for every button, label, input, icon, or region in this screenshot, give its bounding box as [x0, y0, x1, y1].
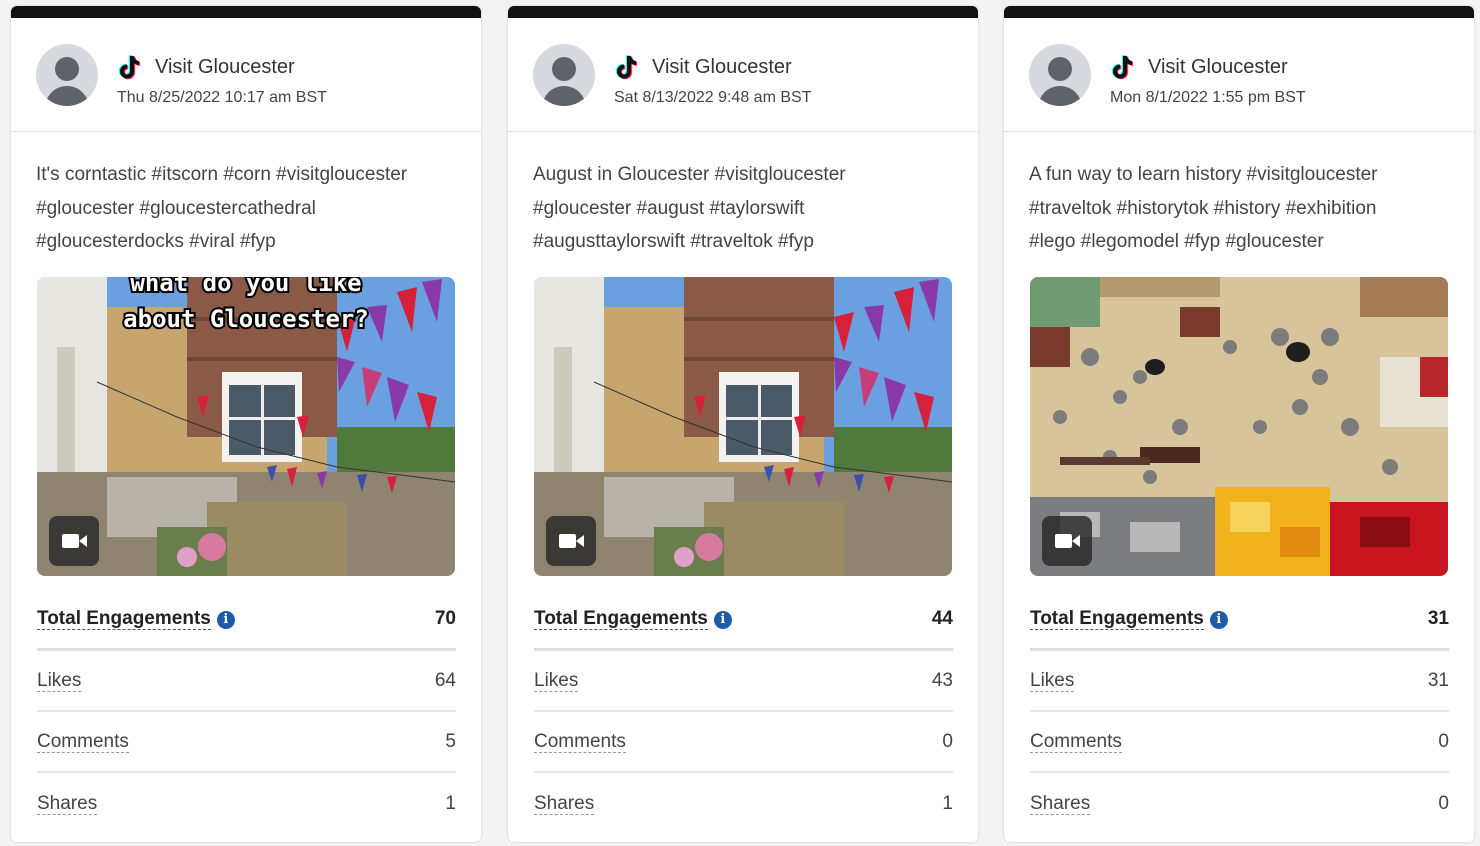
metric-likes: Likes 31 — [1030, 651, 1449, 712]
video-camera-icon — [49, 516, 99, 566]
post-media-thumbnail[interactable] — [534, 277, 952, 576]
avatar[interactable] — [36, 44, 98, 106]
metric-value: 0 — [1438, 792, 1449, 814]
caption-line: #lego #legomodel #fyp #gloucester — [1029, 231, 1324, 252]
caption-line: #traveltok #historytok #history #exhibit… — [1029, 197, 1377, 219]
metric-value: 1 — [445, 792, 456, 814]
metric-comments: Comments 0 — [1030, 712, 1449, 773]
metric-value: 31 — [1427, 669, 1449, 691]
metric-comments: Comments 5 — [37, 712, 456, 773]
post-timestamp: Thu 8/25/2022 10:17 am BST — [117, 89, 327, 106]
media-overlay-text: what do you like — [130, 277, 361, 297]
engagement-metrics: Total Engagements i 70 Likes 64 Comments … — [37, 589, 456, 834]
tiktok-icon — [1111, 55, 1134, 80]
media-overlay-text: about Gloucester? — [123, 305, 369, 333]
lego-model-image — [1030, 277, 1448, 576]
post-timestamp: Sat 8/13/2022 9:48 am BST — [614, 89, 812, 106]
metric-label[interactable]: Likes — [37, 670, 82, 692]
video-camera-icon — [546, 516, 596, 566]
account-name[interactable]: Visit Gloucester — [652, 56, 792, 79]
avatar[interactable] — [1029, 44, 1091, 106]
metric-shares: Shares 1 — [37, 773, 456, 834]
post-media-thumbnail[interactable] — [1030, 277, 1448, 576]
post-media-thumbnail[interactable]: what do you like about Gloucester? — [37, 277, 455, 576]
metric-value: 0 — [1438, 730, 1449, 752]
card-topbar — [1004, 6, 1474, 18]
metric-label[interactable]: Comments — [37, 731, 129, 753]
engagement-metrics: Total Engagements i 31 Likes 31 Comments … — [1030, 589, 1449, 834]
post-header: Visit Gloucester Sat 8/13/2022 9:48 am B… — [508, 18, 978, 132]
post-card[interactable]: Visit Gloucester Thu 8/25/2022 10:17 am … — [11, 6, 481, 842]
metric-label[interactable]: Total Engagements — [534, 607, 708, 630]
account-name[interactable]: Visit Gloucester — [1148, 56, 1288, 79]
metric-comments: Comments 0 — [534, 712, 953, 773]
card-topbar — [11, 6, 481, 18]
caption-line: #gloucester #gloucestercathedral — [36, 197, 316, 219]
caption-line: A fun way to learn history #visitglouces… — [1029, 164, 1378, 185]
post-header: Visit Gloucester Thu 8/25/2022 10:17 am … — [11, 18, 481, 132]
tiktok-icon — [615, 55, 638, 80]
avatar[interactable] — [533, 44, 595, 106]
post-caption: It's corntastic #itscorn #corn #visitglo… — [36, 158, 456, 259]
info-icon[interactable]: i — [713, 610, 732, 629]
metric-total-engagements: Total Engagements i 70 — [37, 589, 456, 651]
post-header: Visit Gloucester Mon 8/1/2022 1:55 pm BS… — [1004, 18, 1474, 132]
metric-shares: Shares 1 — [534, 773, 953, 834]
caption-line: It's corntastic #itscorn #corn #visitglo… — [36, 164, 408, 185]
post-performance-grid: Visit Gloucester Thu 8/25/2022 10:17 am … — [0, 0, 1480, 846]
metric-label[interactable]: Total Engagements — [1030, 607, 1204, 630]
street-scene-image — [534, 277, 952, 576]
metric-value: 70 — [434, 607, 456, 629]
caption-line: #augusttaylorswift #traveltok #fyp — [533, 231, 814, 252]
metric-value: 64 — [434, 669, 456, 691]
post-caption: A fun way to learn history #visitglouces… — [1029, 158, 1449, 259]
info-icon[interactable]: i — [216, 610, 235, 629]
metric-label[interactable]: Shares — [534, 793, 595, 815]
metric-label[interactable]: Comments — [1030, 731, 1122, 753]
metric-value: 44 — [931, 607, 953, 629]
card-topbar — [508, 6, 978, 18]
post-card[interactable]: Visit Gloucester Mon 8/1/2022 1:55 pm BS… — [1004, 6, 1474, 842]
metric-likes: Likes 64 — [37, 651, 456, 712]
post-caption: August in Gloucester #visitgloucester #g… — [533, 158, 953, 259]
caption-line: August in Gloucester #visitgloucester — [533, 164, 846, 185]
metric-likes: Likes 43 — [534, 651, 953, 712]
metric-value: 43 — [931, 669, 953, 691]
post-timestamp: Mon 8/1/2022 1:55 pm BST — [1110, 89, 1306, 106]
caption-line: #gloucesterdocks #viral #fyp — [36, 231, 276, 252]
metric-label[interactable]: Shares — [1030, 793, 1091, 815]
street-scene-image: what do you like about Gloucester? — [37, 277, 455, 576]
account-name[interactable]: Visit Gloucester — [155, 56, 295, 79]
post-card[interactable]: Visit Gloucester Sat 8/13/2022 9:48 am B… — [508, 6, 978, 842]
metric-label[interactable]: Likes — [534, 670, 579, 692]
metric-total-engagements: Total Engagements i 31 — [1030, 589, 1449, 651]
metric-label[interactable]: Likes — [1030, 670, 1075, 692]
caption-line: #gloucester #august #taylorswift — [533, 197, 805, 219]
info-icon[interactable]: i — [1209, 610, 1228, 629]
metric-value: 5 — [445, 730, 456, 752]
video-camera-icon — [1042, 516, 1092, 566]
metric-value: 1 — [942, 792, 953, 814]
metric-value: 31 — [1427, 607, 1449, 629]
metric-label[interactable]: Total Engagements — [37, 607, 211, 630]
metric-label[interactable]: Shares — [37, 793, 98, 815]
metric-label[interactable]: Comments — [534, 731, 626, 753]
engagement-metrics: Total Engagements i 44 Likes 43 Comments … — [534, 589, 953, 834]
metric-value: 0 — [942, 730, 953, 752]
tiktok-icon — [118, 55, 141, 80]
metric-shares: Shares 0 — [1030, 773, 1449, 834]
metric-total-engagements: Total Engagements i 44 — [534, 589, 953, 651]
